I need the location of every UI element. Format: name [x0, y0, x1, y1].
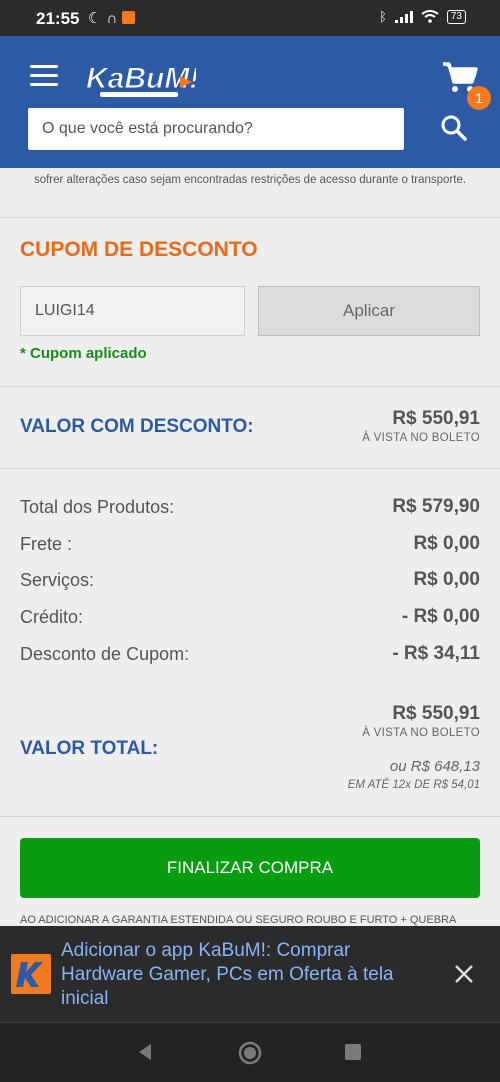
bluetooth-icon: ᛒ: [379, 9, 387, 24]
discount-value-label: VALOR COM DESCONTO:: [20, 416, 254, 437]
recent-apps-icon[interactable]: [345, 1044, 361, 1060]
status-right-icons: ᛒ 73: [379, 9, 466, 24]
summary-row-label: Desconto de Cupom:: [20, 644, 190, 664]
divider: [0, 468, 500, 469]
svg-text:KaBuM!: KaBuM!: [86, 62, 196, 95]
cart-count-badge: 1: [467, 86, 491, 110]
add-app-banner[interactable]: Adicionar o app KaBuM!: Comprar Hardware…: [0, 926, 500, 1022]
home-icon[interactable]: [238, 1041, 262, 1065]
discount-value-note: À VISTA NO BOLETO: [362, 432, 480, 444]
coupon-title: CUPOM DE DESCONTO: [20, 238, 258, 261]
total-price: R$ 550,91: [392, 703, 480, 724]
discount-value-price: R$ 550,91: [392, 408, 480, 429]
apply-coupon-button[interactable]: Aplicar: [258, 286, 480, 336]
menu-icon[interactable]: [30, 65, 58, 87]
close-icon[interactable]: [452, 962, 476, 986]
installment-price: ou R$ 648,13: [389, 758, 480, 775]
notification-icon: [122, 11, 136, 24]
divider: [0, 386, 500, 387]
back-icon[interactable]: [136, 1043, 154, 1061]
site-header: KaBuM! 1 O que você está procurando?: [0, 36, 500, 168]
kabum-app-icon: [11, 954, 51, 994]
summary-row-value: R$ 0,00: [413, 533, 480, 554]
status-left-icons: ☾∩: [88, 9, 136, 27]
finish-purchase-button[interactable]: FINALIZAR COMPRA: [20, 838, 480, 898]
summary-row-label: Crédito:: [20, 607, 84, 627]
summary-row-value: - R$ 0,00: [401, 606, 480, 627]
summary-row-value: - R$ 34,11: [392, 643, 480, 664]
search-input[interactable]: O que você está procurando?: [28, 108, 404, 150]
search-icon[interactable]: [440, 114, 468, 142]
status-bar: 21:55 ☾∩ ᛒ 73: [0, 0, 500, 36]
warranty-note: AO ADICIONAR A GARANTIA ESTENDIDA OU SEG…: [20, 914, 457, 926]
wifi-icon: [421, 10, 439, 23]
summary-row-label: Serviços:: [20, 570, 95, 590]
battery-icon: 73: [446, 9, 466, 24]
summary-row-label: Frete :: [20, 534, 73, 554]
coupon-status: * Cupom aplicado: [20, 345, 147, 362]
installment-note: EM ATÉ 12x DE R$ 54,01: [347, 779, 480, 791]
delivery-notice: sofrer alterações caso sejam encontradas…: [33, 174, 467, 186]
moon-icon: ☾: [88, 10, 107, 27]
divider: [0, 816, 500, 817]
summary-row-value: R$ 579,90: [392, 496, 480, 517]
divider: [0, 217, 500, 218]
coupon-input[interactable]: LUIGI14: [20, 286, 245, 336]
headphones-icon: ∩: [106, 10, 123, 27]
status-time: 21:55: [36, 9, 80, 28]
total-price-note: À VISTA NO BOLETO: [362, 727, 480, 739]
system-nav-bar: [0, 1022, 500, 1082]
summary-row-label: Total dos Produtos:: [20, 497, 175, 517]
total-label: VALOR TOTAL:: [20, 738, 159, 759]
add-app-text[interactable]: Adicionar o app KaBuM!: Comprar Hardware…: [61, 939, 421, 1011]
signal-icon: [394, 10, 413, 23]
kabum-logo[interactable]: KaBuM!: [84, 54, 196, 102]
summary-row-value: R$ 0,00: [413, 569, 480, 590]
